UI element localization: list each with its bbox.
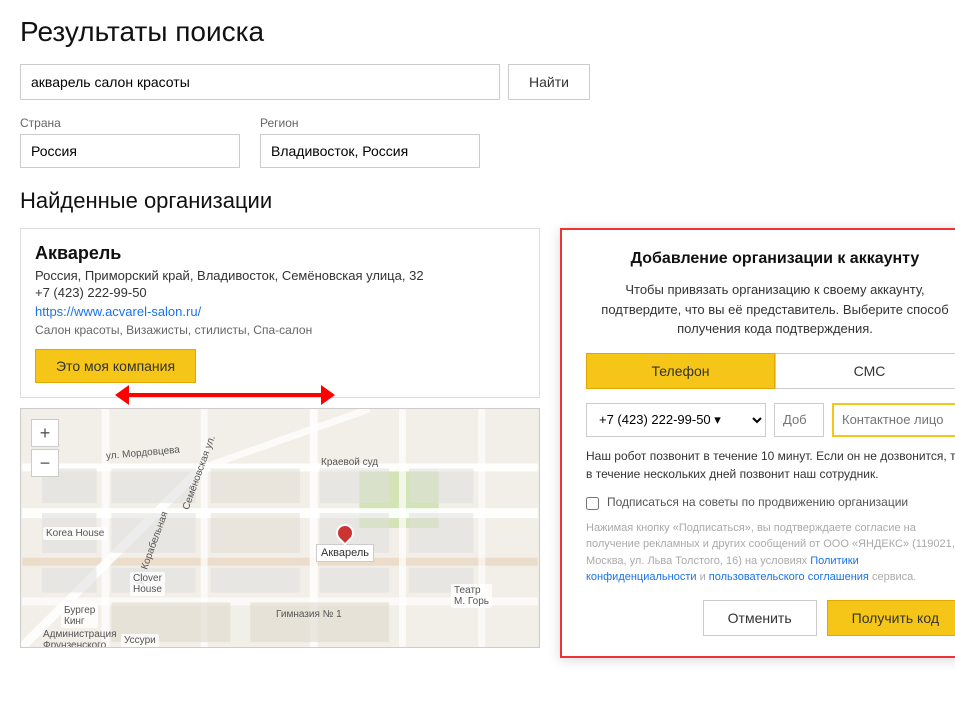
subscribe-label: Подписаться на советы по продвижению орг… [607, 495, 908, 509]
map-controls: + − [31, 419, 59, 477]
country-label: Страна [20, 116, 240, 130]
subscribe-checkbox[interactable] [586, 497, 599, 510]
legal-text: Нажимая кнопку «Подписаться», вы подтвер… [586, 520, 955, 586]
zoom-out-button[interactable]: − [31, 449, 59, 477]
country-input[interactable] [20, 134, 240, 168]
country-filter: Страна [20, 116, 240, 168]
gymnasium: Гимназия № 1 [276, 609, 342, 620]
verification-tabs: Телефон СМС [586, 353, 955, 389]
legal-text-3: сервиса. [869, 571, 916, 583]
map-background: ул. Мордовцева Краевой суд Администрация… [21, 409, 539, 647]
left-panel: Акварель Россия, Приморский край, Владив… [20, 228, 540, 658]
zoom-in-button[interactable]: + [31, 419, 59, 447]
akvarell-pin: Акварель [316, 524, 374, 562]
kraevoy-sud: Краевой суд [321, 457, 378, 468]
dialog-description: Чтобы привязать организацию к своему акк… [586, 280, 955, 339]
ussuri-marker: Уссури [121, 634, 159, 647]
burger-king-marker: БургерКинг [61, 604, 98, 628]
page-title: Результаты поиска [20, 16, 935, 48]
section-title: Найденные организации [20, 188, 935, 214]
org-address: Россия, Приморский край, Владивосток, Се… [35, 268, 525, 283]
robot-notice: Наш робот позвонит в течение 10 минут. Е… [586, 447, 955, 483]
org-category: Салон красоты, Визажисты, стилисты, Спа-… [35, 323, 525, 337]
add-org-dialog: ✕ Добавление организации к аккаунту Чтоб… [560, 228, 955, 658]
cancel-button[interactable]: Отменить [703, 600, 817, 636]
main-content: Акварель Россия, Приморский край, Владив… [20, 228, 935, 658]
org-phone: +7 (423) 222-99-50 [35, 285, 525, 300]
org-website[interactable]: https://www.acvarel-salon.ru/ [35, 304, 525, 319]
admin-frunze: АдминистрацияФрунзенскогорайона [43, 629, 117, 648]
subscribe-row: Подписаться на советы по продвижению орг… [586, 495, 955, 510]
map-container: ул. Мордовцева Краевой суд Администрация… [20, 408, 540, 648]
search-row: Найти [20, 64, 935, 100]
dialog-title: Добавление организации к аккаунту [586, 250, 955, 268]
tab-phone[interactable]: Телефон [586, 353, 775, 389]
get-code-button[interactable]: Получить код [827, 600, 955, 636]
my-company-button[interactable]: Это моя компания [35, 349, 196, 383]
org-card: Акварель Россия, Приморский край, Владив… [20, 228, 540, 398]
region-filter: Регион [260, 116, 480, 168]
clover-house-marker: CloverHouse [130, 572, 165, 596]
filter-row: Страна Регион [20, 116, 935, 168]
org-name: Акварель [35, 243, 525, 264]
phone-select[interactable]: +7 (423) 222-99-50 ▾ [586, 403, 766, 437]
search-input[interactable] [20, 64, 500, 100]
legal-text-1: Нажимая кнопку «Подписаться», вы подтвер… [586, 522, 955, 567]
akvarell-pin-label: Акварель [316, 544, 374, 562]
region-input[interactable] [260, 134, 480, 168]
search-button[interactable]: Найти [508, 64, 590, 100]
tab-sms[interactable]: СМС [775, 353, 955, 389]
region-label: Регион [260, 116, 480, 130]
teatr-marker: ТеатрМ. Горь [451, 584, 492, 608]
korea-house-marker: Korea House [43, 527, 107, 540]
contact-input[interactable] [832, 403, 955, 437]
ext-input[interactable] [774, 403, 824, 437]
phone-input-row: +7 (423) 222-99-50 ▾ [586, 403, 955, 437]
legal-text-2: и [697, 571, 709, 583]
user-agreement-link[interactable]: пользовательского соглашения [709, 571, 869, 583]
dialog-actions: Отменить Получить код [586, 600, 955, 636]
